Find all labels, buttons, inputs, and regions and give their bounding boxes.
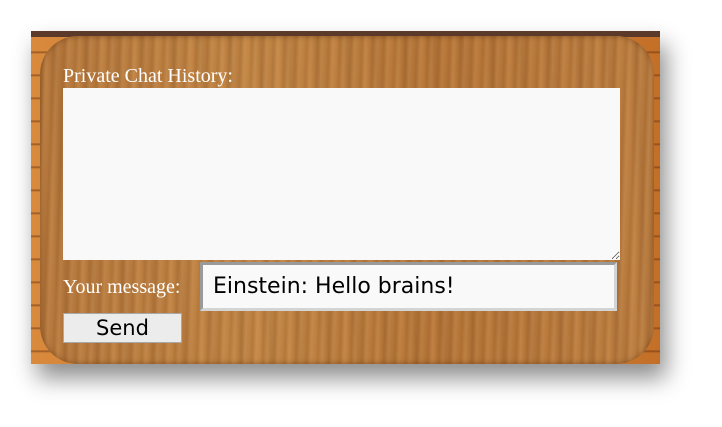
chat-history-box[interactable] — [63, 88, 620, 260]
chat-window: Private Chat History: Your message: Send — [0, 0, 722, 427]
send-button[interactable]: Send — [63, 313, 182, 343]
chat-history-label: Private Chat History: — [63, 65, 233, 87]
message-label: Your message: — [63, 276, 181, 298]
message-input[interactable] — [200, 262, 617, 311]
